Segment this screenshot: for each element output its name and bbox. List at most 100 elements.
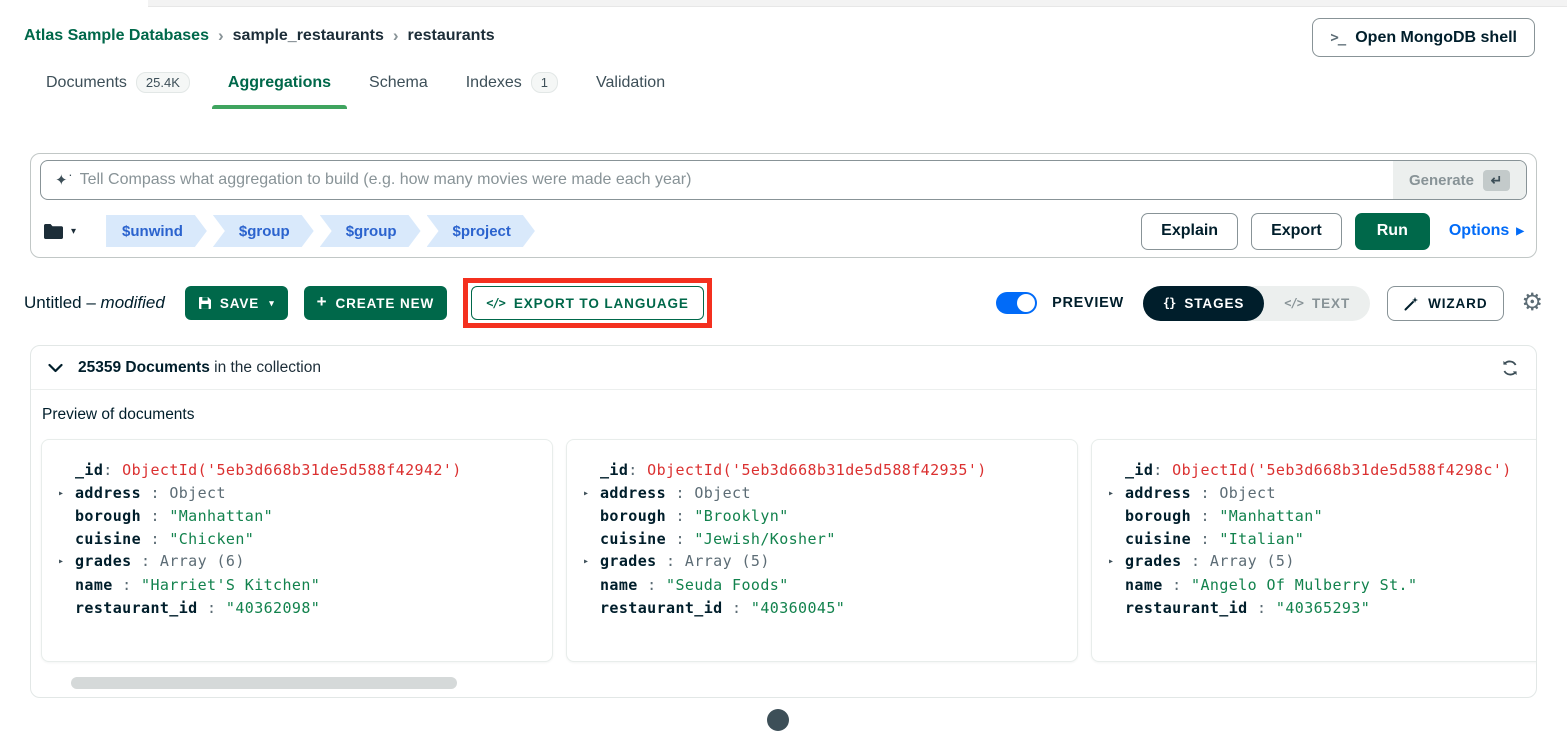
field-key: address [1125,482,1191,506]
doc-field-row: ▸address : Object [58,482,536,506]
export-to-language-button[interactable]: </> EXPORT TO LANGUAGE [471,286,704,320]
field-value: Object [1219,482,1276,506]
code-icon: </> [1284,296,1303,310]
stage-pill-unwind[interactable]: $unwind [106,215,207,247]
breadcrumb-collection[interactable]: restaurants [408,27,495,45]
stage-pill-group-1[interactable]: $group [213,215,314,247]
field-key: restaurant_id [1125,597,1248,620]
text-view-label: TEXT [1312,296,1350,311]
expand-caret-icon[interactable]: ▸ [58,482,75,506]
text-view-button[interactable]: </> TEXT [1264,296,1370,311]
doc-field-row: restaurant_id : "40362098" [58,597,536,620]
breadcrumb-separator-icon: › [393,26,399,46]
tab-validation-label: Validation [596,74,665,92]
expand-caret-icon [583,528,600,551]
pipeline-stage-toolbar: ▾ $unwind $group $group $project Explain… [43,212,1524,250]
expand-caret-icon[interactable]: ▸ [583,482,600,506]
field-value: "Manhattan" [169,505,273,528]
settings-gear-icon[interactable]: ⚙ [1521,291,1543,315]
preview-toggle[interactable] [996,292,1037,314]
documents-count: 25359 Documents [78,359,210,376]
saved-pipelines-folder-button[interactable]: ▾ [43,223,76,240]
plus-icon: + [317,292,328,312]
field-separator: : [657,550,685,574]
field-separator: : [1153,459,1172,482]
field-key: _id [75,459,103,482]
options-label: Options [1449,222,1509,240]
expand-caret-icon[interactable]: ▸ [1108,482,1125,506]
tab-aggregations[interactable]: Aggregations [228,72,331,109]
stage-pill-project[interactable]: $project [427,215,535,247]
field-key: address [75,482,141,506]
breadcrumb: Atlas Sample Databases › sample_restaura… [24,26,495,46]
folder-icon [43,223,64,240]
create-new-button[interactable]: + CREATE NEW [304,286,448,320]
documents-count-text: 25359 Documents in the collection [78,359,321,377]
chevron-down-icon: ▾ [71,226,76,237]
expand-caret-icon[interactable]: ▸ [58,550,75,574]
open-mongodb-shell-button[interactable]: >_ Open MongoDB shell [1312,18,1535,57]
collapse-chevron-icon[interactable] [48,363,63,373]
options-toggle[interactable]: Options ▶ [1449,222,1524,240]
field-key: grades [75,550,132,574]
toggle-knob [1017,294,1035,312]
save-button[interactable]: SAVE ▾ [185,286,288,320]
doc-field-row: _id: ObjectId('5eb3d668b31de5d588f42935'… [583,459,1061,482]
field-value: Array (5) [685,550,770,574]
stage-pill-group-2[interactable]: $group [320,215,421,247]
field-value: "Harriet'S Kitchen" [141,574,320,597]
expand-caret-icon [583,597,600,620]
stages-view-button[interactable]: {} STAGES [1143,286,1264,321]
breadcrumb-database-group[interactable]: Atlas Sample Databases [24,27,209,45]
expand-caret-icon [583,574,600,597]
window-top-strip [148,0,1567,7]
doc-field-row: borough : "Manhattan" [58,505,536,528]
expand-caret-icon [583,505,600,528]
field-value: "Seuda Foods" [666,574,789,597]
field-value: "Italian" [1219,528,1304,551]
field-separator: : [103,459,122,482]
expand-caret-icon[interactable]: ▸ [583,550,600,574]
tab-aggregations-label: Aggregations [228,74,331,92]
field-key: grades [1125,550,1182,574]
open-mongodb-shell-label: Open MongoDB shell [1355,29,1517,47]
field-value: Array (5) [1210,550,1295,574]
tab-indexes[interactable]: Indexes 1 [466,72,558,109]
document-card: _id: ObjectId('5eb3d668b31de5d588f4298c'… [1091,439,1537,662]
doc-field-row: ▸address : Object [1108,482,1537,506]
preview-label: PREVIEW [1052,295,1124,311]
generate-button[interactable]: Generate ↵ [1393,161,1526,199]
doc-field-row: cuisine : "Jewish/Kosher" [583,528,1061,551]
ai-prompt-input[interactable] [80,171,1381,189]
export-button[interactable]: Export [1251,213,1342,250]
expand-caret-icon[interactable]: ▸ [1108,550,1125,574]
field-key: cuisine [600,528,666,551]
expand-caret-icon [1108,574,1125,597]
breadcrumb-database[interactable]: sample_restaurants [233,27,384,45]
refresh-icon[interactable] [1501,359,1519,377]
terminal-icon: >_ [1330,30,1345,46]
field-separator: : [113,574,141,597]
doc-field-row: cuisine : "Italian" [1108,528,1537,551]
field-separator: : [1191,528,1219,551]
field-key: address [600,482,666,506]
horizontal-scrollbar[interactable] [71,677,457,689]
field-key: borough [1125,505,1191,528]
ai-prompt-bar[interactable]: ✦ Generate ↵ [40,160,1527,200]
tab-documents-label: Documents [46,74,127,92]
doc-field-row: name : "Seuda Foods" [583,574,1061,597]
field-separator: : [132,550,160,574]
tab-schema[interactable]: Schema [369,72,428,109]
wizard-button[interactable]: WIZARD [1387,286,1504,321]
run-button[interactable]: Run [1355,213,1430,250]
field-separator: : [1191,505,1219,528]
panel-resize-handle[interactable] [767,709,789,731]
stages-view-label: STAGES [1184,296,1244,311]
braces-icon: {} [1163,296,1175,310]
tab-validation[interactable]: Validation [596,72,665,109]
doc-field-row: borough : "Brooklyn" [583,505,1061,528]
field-key: cuisine [1125,528,1191,551]
collection-tabs: Documents 25.4K Aggregations Schema Inde… [46,72,665,109]
explain-button[interactable]: Explain [1141,213,1238,250]
tab-documents[interactable]: Documents 25.4K [46,72,190,109]
